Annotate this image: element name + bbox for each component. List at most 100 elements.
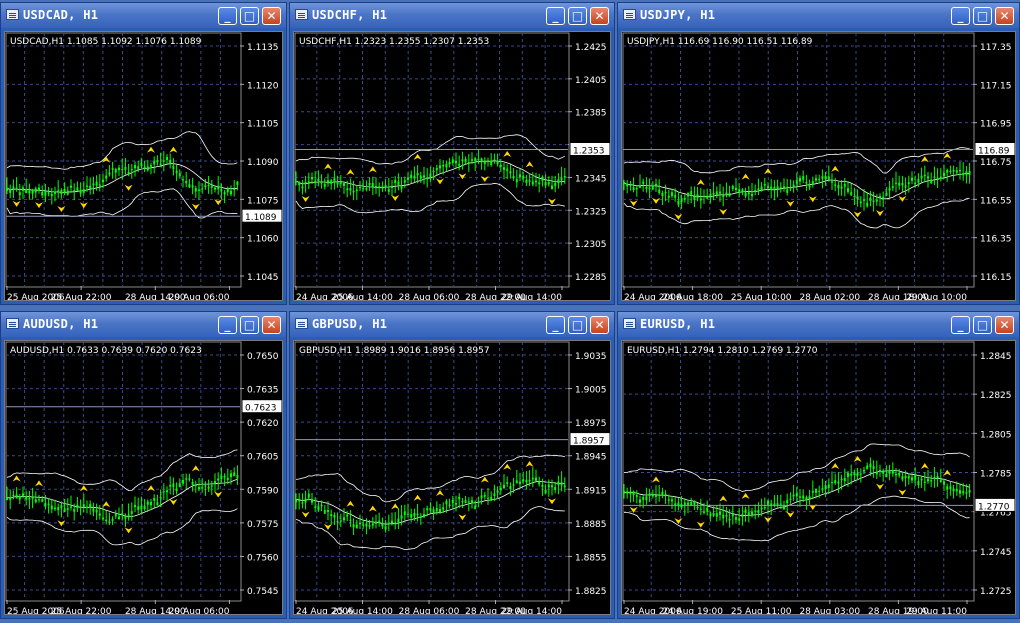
plot-frame [622,341,975,602]
close-button[interactable]: ✕ [262,7,281,25]
maximize-button[interactable]: □ [240,7,259,25]
close-button[interactable]: ✕ [995,7,1014,25]
close-button[interactable]: ✕ [590,316,609,334]
price-chart[interactable]: 1.2845 1.2825 1.2805 1.2785 1.2765 1.2745 1.27… [621,340,1016,615]
window-titlebar[interactable]: USDJPY, H1 _ □ ✕ [618,3,1019,28]
minimize-button[interactable]: _ [218,7,237,25]
candle-body [560,482,563,486]
minimize-button[interactable]: _ [218,316,237,334]
candle-body [9,189,12,193]
candle-body [387,188,390,192]
candle-body [885,473,888,478]
window-titlebar[interactable]: USDCAD, H1 _ □ ✕ [1,3,286,28]
candle-body [949,171,952,173]
candle-body [639,499,641,503]
candle-body [330,514,333,517]
fractal-marker [169,146,178,153]
chart-window[interactable]: EURUSD, H1 _ □ ✕ 1.2845 1.2825 1.2805 1.2785 1.2… [617,311,1020,619]
candle-body [690,191,693,195]
candle-body [188,184,191,188]
window-titlebar[interactable]: GBPUSD, H1 _ □ ✕ [290,312,614,337]
close-button[interactable]: ✕ [262,316,281,334]
candle-body [295,181,297,183]
candle-body [856,472,859,476]
candle-body [930,179,933,184]
candle-body [799,496,801,498]
price-chart[interactable]: 0.7650 0.7635 0.7620 0.7605 0.7590 0.7575 0.75… [4,340,283,615]
candle-body [86,506,88,508]
candle-body [522,479,525,482]
candle-body [22,493,24,496]
candle-body [477,501,480,503]
window-titlebar[interactable]: USDCHF, H1 _ □ ✕ [290,3,614,28]
candle-body [150,165,152,167]
candle-body [496,161,499,165]
candle-body [728,518,731,521]
candle-body [651,185,654,190]
candle-body [535,180,537,183]
candle-body [355,189,358,192]
candle-body [400,515,403,519]
candle-body [949,486,952,490]
fractal-marker [368,166,377,173]
candle-body [439,508,441,513]
maximize-button[interactable]: □ [973,316,992,334]
candle-body [201,188,204,190]
candle-body [31,189,34,194]
candle-body [70,185,72,188]
candle-body [802,176,805,180]
candle-body [320,504,323,507]
close-button[interactable]: ✕ [590,7,609,25]
candle-body [754,190,757,192]
fractal-marker [436,489,444,496]
candle-body [458,163,461,166]
chart-canvas: 1.24251.24051.23851.23651.23451.23251.23… [294,32,610,300]
price-chart[interactable]: 1.1135 1.1120 1.1105 1.1090 1.1075 1.1060 1.10… [4,31,283,301]
candle-body [207,185,210,187]
maximize-button[interactable]: □ [240,316,259,334]
price-chart[interactable]: 1.9035 1.9005 1.8975 1.8945 1.8915 1.8885 1.88… [293,340,611,615]
price-chart[interactable]: 1.24251.24051.23851.23651.23451.23251.23… [293,31,611,301]
fractal-marker [35,480,43,487]
chart-window[interactable]: GBPUSD, H1 _ □ ✕ 1.9035 1.9005 1.8975 1.8945 1.8… [289,311,615,619]
price-chart[interactable]: 117.35 117.15 116.95 116.75 116.55 116.35 116.… [621,31,1016,301]
chart-window[interactable]: AUDUSD, H1 _ □ ✕ 0.7650 0.7635 0.7620 0.7605 0.7… [0,311,287,619]
candle-body [834,480,837,483]
candle-body [166,490,168,493]
candle-body [426,508,429,511]
minimize-button[interactable]: _ [546,316,565,334]
fractal-marker [346,500,355,507]
candle-body [6,497,8,500]
candle-body [773,187,776,191]
candle-body [763,183,766,186]
candle-body [28,190,31,194]
candle-body [648,187,651,190]
candle-body [375,185,377,189]
window-titlebar[interactable]: EURUSD, H1 _ □ ✕ [618,312,1019,337]
minimize-button[interactable]: _ [951,316,970,334]
maximize-button[interactable]: □ [568,7,587,25]
window-titlebar[interactable]: AUDUSD, H1 _ □ ✕ [1,312,286,337]
minimize-button[interactable]: _ [546,7,565,25]
candle-body [9,497,12,500]
candle-body [89,185,92,189]
chart-window[interactable]: USDJPY, H1 _ □ ✕ 117.35 117.15 116.95 116.75 116… [617,2,1020,305]
candle-body [102,517,104,520]
chart-window[interactable]: USDCAD, H1 _ □ ✕ 1.1135 1.1120 1.1105 1.1090 1.1… [0,2,287,305]
candle-body [802,495,805,499]
candle-body [82,189,85,193]
maximize-icon: □ [243,318,256,332]
fractal-marker [214,491,223,498]
candle-body [114,169,117,173]
candle-body [432,509,435,514]
candle-body [47,503,50,505]
close-button[interactable]: ✕ [995,316,1014,334]
candle-body [442,164,445,167]
minimize-button[interactable]: _ [951,7,970,25]
chart-window[interactable]: USDCHF, H1_□✕ 1.24251.24051.23851.23651.2… [289,2,615,305]
candle-body [198,487,200,489]
maximize-button[interactable]: □ [568,316,587,334]
candle-body [474,158,477,162]
maximize-button[interactable]: □ [973,7,992,25]
candle-body [217,478,220,481]
